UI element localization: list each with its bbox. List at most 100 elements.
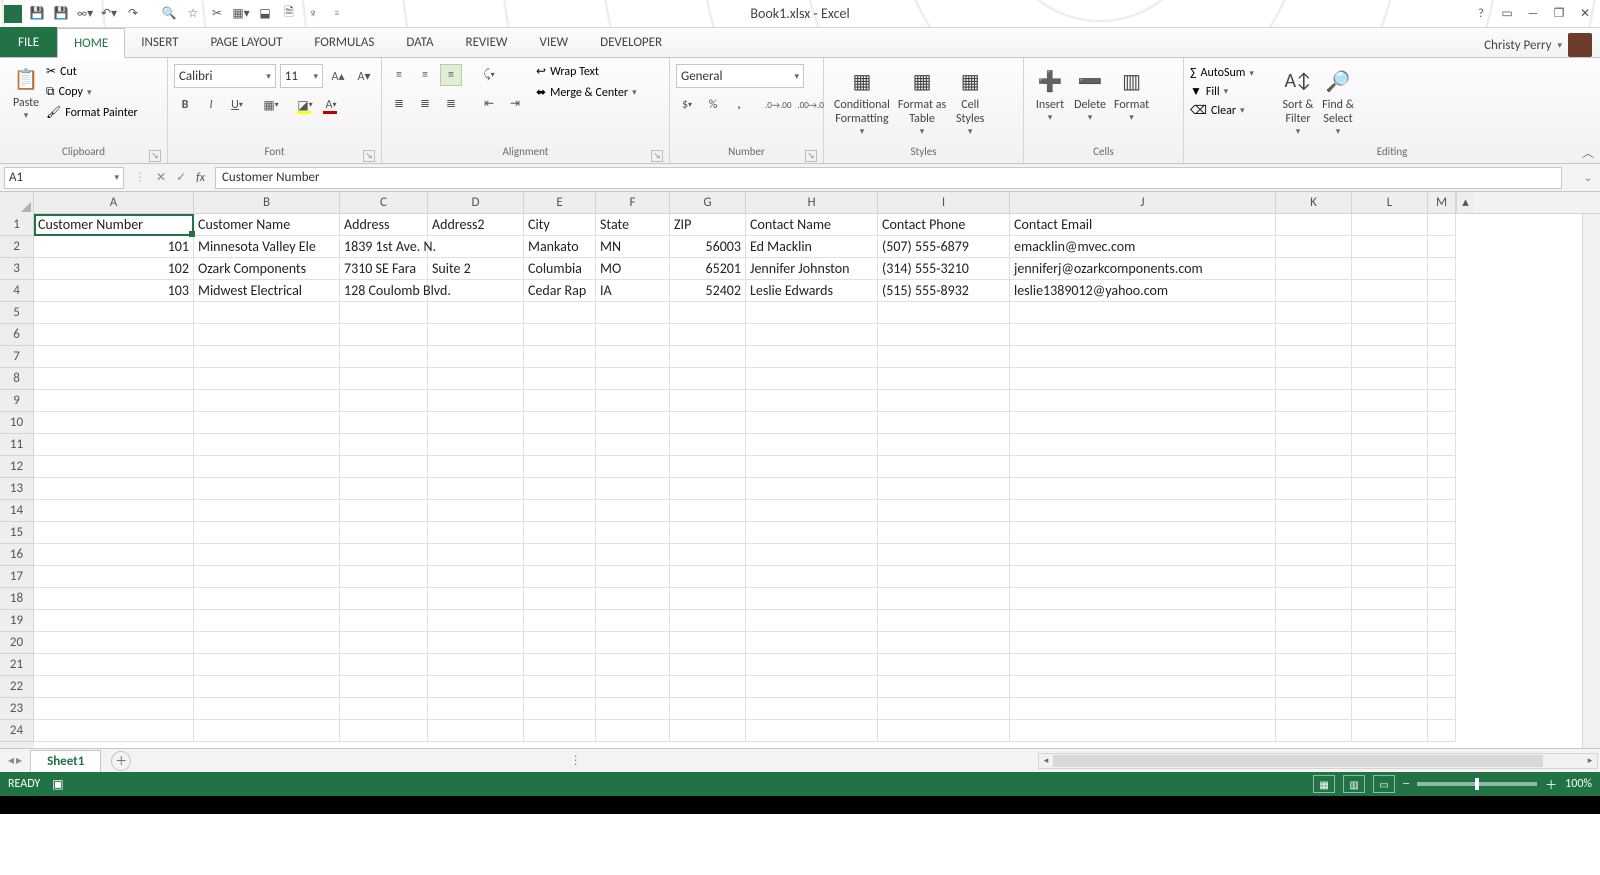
cell[interactable] [1352,280,1428,302]
cell[interactable] [34,632,194,654]
clipboard-launcher-icon[interactable]: ↘ [149,150,161,162]
cell[interactable] [340,324,428,346]
insert-function-icon[interactable]: fx [196,171,205,185]
cell[interactable] [1276,456,1352,478]
cell[interactable] [746,456,878,478]
cell[interactable]: (515) 555-8932 [878,280,1010,302]
cell[interactable] [340,676,428,698]
cell[interactable] [1010,654,1276,676]
cell[interactable] [428,544,524,566]
cell[interactable] [1352,720,1428,742]
macro-record-icon[interactable]: ▣ [52,777,63,792]
restore-icon[interactable]: ❐ [1548,3,1570,25]
cell[interactable] [34,566,194,588]
cell[interactable]: Jennifer Johnston [746,258,878,280]
cell[interactable] [1352,566,1428,588]
cell[interactable]: Address [340,214,428,236]
cell[interactable] [1010,456,1276,478]
cell[interactable] [34,522,194,544]
cell[interactable] [1276,522,1352,544]
help-icon[interactable]: ? [1470,3,1492,25]
zoom-value[interactable]: 100% [1565,777,1592,791]
cell[interactable] [596,434,670,456]
cell[interactable] [670,368,746,390]
cell[interactable] [1428,720,1456,742]
cell[interactable] [596,676,670,698]
cell[interactable] [194,302,340,324]
row-header[interactable]: 1 [0,214,34,236]
cell[interactable] [670,434,746,456]
cell[interactable] [1010,478,1276,500]
cell[interactable] [746,610,878,632]
cell[interactable] [1352,500,1428,522]
cell[interactable] [428,324,524,346]
row-header[interactable]: 19 [0,610,34,632]
name-box[interactable]: A1▾ [4,167,124,189]
cell[interactable] [1352,346,1428,368]
grow-font-icon[interactable]: A▴ [327,65,349,87]
tab-insert[interactable]: INSERT [125,27,194,57]
cell[interactable] [194,500,340,522]
paste-button[interactable]: 📋 Paste ▾ [6,60,46,123]
cell[interactable] [878,698,1010,720]
cell[interactable]: Cedar Rap [524,280,596,302]
cell[interactable] [340,412,428,434]
qat-preview-icon[interactable]: 🔍 [160,5,178,23]
cell[interactable] [746,390,878,412]
cell[interactable] [34,544,194,566]
align-left-icon[interactable]: ≣ [388,92,410,114]
cell[interactable] [1010,676,1276,698]
zoom-slider[interactable] [1417,782,1537,786]
cell[interactable] [1010,324,1276,346]
cell[interactable] [670,346,746,368]
decrease-indent-icon[interactable]: ⇤ [478,92,500,114]
cell[interactable] [524,346,596,368]
cell[interactable] [596,588,670,610]
cell[interactable] [340,720,428,742]
qat-star-icon[interactable]: ☆ [184,5,202,23]
row-header[interactable]: 6 [0,324,34,346]
cell[interactable] [878,566,1010,588]
account-area[interactable]: Christy Perry ▾ [1484,33,1600,57]
cell[interactable] [746,412,878,434]
cell[interactable] [524,698,596,720]
cell[interactable] [878,588,1010,610]
cell[interactable] [340,434,428,456]
cell[interactable] [878,412,1010,434]
cell[interactable]: Suite 2 [428,258,524,280]
cell[interactable] [1428,412,1456,434]
cell[interactable] [194,566,340,588]
clear-button[interactable]: ⌫Clear▾ [1190,103,1278,118]
cell[interactable] [194,346,340,368]
expand-formula-icon[interactable]: ⌄ [1580,171,1596,184]
col-header-E[interactable]: E [524,192,596,213]
cell[interactable] [746,324,878,346]
cell[interactable] [194,720,340,742]
cell[interactable] [1276,720,1352,742]
cell[interactable] [428,654,524,676]
cell[interactable] [1010,368,1276,390]
cell[interactable] [746,632,878,654]
cell[interactable] [428,522,524,544]
cell[interactable] [1428,302,1456,324]
cell[interactable] [194,698,340,720]
cell[interactable] [194,654,340,676]
cell[interactable] [428,588,524,610]
col-header-J[interactable]: J [1010,192,1276,213]
cell[interactable] [878,324,1010,346]
cell[interactable] [34,390,194,412]
cell[interactable]: Contact Email [1010,214,1276,236]
horizontal-scrollbar[interactable]: ◂ ▸ [1038,753,1598,769]
cell[interactable] [1352,324,1428,346]
cell[interactable] [746,676,878,698]
cell[interactable]: leslie1389012@yahoo.com [1010,280,1276,302]
underline-button[interactable]: U▾ [226,94,248,116]
cell[interactable] [670,588,746,610]
cell[interactable] [428,500,524,522]
cell[interactable] [746,566,878,588]
close-icon[interactable]: ✕ [1574,3,1596,25]
cell[interactable] [596,522,670,544]
cell[interactable]: Leslie Edwards [746,280,878,302]
row-header[interactable]: 5 [0,302,34,324]
cell[interactable] [34,588,194,610]
